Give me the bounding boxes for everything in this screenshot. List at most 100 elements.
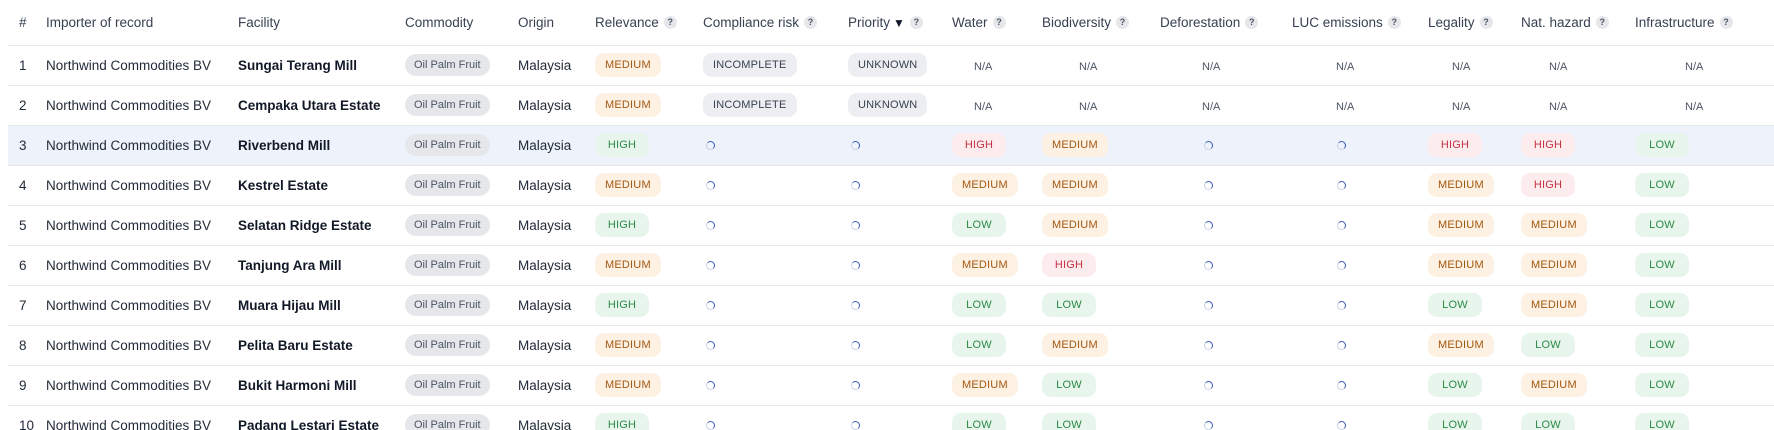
column-header-biodiversity[interactable]: Biodiversity? bbox=[1042, 0, 1160, 46]
cell-origin: Malaysia bbox=[518, 337, 572, 353]
commodity-chip: Oil Palm Fruit bbox=[405, 134, 490, 156]
column-header-origin[interactable]: Origin bbox=[518, 0, 595, 46]
help-circle-icon[interactable]: ? bbox=[1387, 16, 1401, 30]
cell-legality: MEDIUM bbox=[1428, 325, 1521, 365]
relevance-badge: MEDIUM bbox=[595, 333, 661, 357]
table-row[interactable]: 8 Northwind Commodities BV Pelita Baru Est… bbox=[8, 325, 1774, 365]
cell-facility[interactable]: Kestrel Estate bbox=[238, 165, 405, 205]
column-header-relevance[interactable]: Relevance? bbox=[595, 0, 703, 46]
loading-spinner-icon bbox=[1337, 341, 1346, 351]
cell-importer: Northwind Commodities BV bbox=[46, 57, 212, 73]
cell-water: LOW bbox=[952, 285, 1042, 325]
cell-biodiversity: MEDIUM bbox=[1042, 125, 1160, 165]
biodiversity-badge: LOW bbox=[1042, 293, 1096, 317]
cell-importer: Northwind Commodities BV bbox=[46, 137, 212, 153]
loading-spinner-icon bbox=[706, 421, 715, 430]
cell-commodity: Oil Palm Fruit bbox=[405, 205, 518, 245]
loading-spinner-icon bbox=[851, 301, 860, 311]
cell-facility[interactable]: Riverbend Mill bbox=[238, 125, 405, 165]
legality-badge: MEDIUM bbox=[1428, 333, 1494, 357]
help-circle-icon[interactable]: ? bbox=[663, 16, 677, 30]
help-circle-icon[interactable]: ? bbox=[909, 16, 923, 30]
cell-facility[interactable]: Pelita Baru Estate bbox=[238, 325, 405, 365]
help-circle-icon[interactable]: ? bbox=[1116, 16, 1130, 30]
table-row[interactable]: 1 Northwind Commodities BV Sungai Terang M… bbox=[8, 45, 1774, 85]
column-header-deforestation[interactable]: Deforestation? bbox=[1160, 0, 1292, 46]
not-available-text: N/A bbox=[1336, 100, 1355, 113]
cell-importer: Northwind Commodities BV bbox=[46, 297, 212, 313]
commodity-chip: Oil Palm Fruit bbox=[405, 294, 490, 316]
table-row[interactable]: 3 Northwind Commodities BV Riverbend Mill O… bbox=[8, 125, 1774, 165]
cell-origin: Malaysia bbox=[518, 97, 572, 113]
column-header-water[interactable]: Water? bbox=[952, 0, 1042, 46]
help-circle-icon[interactable]: ? bbox=[992, 16, 1006, 30]
column-header-luc-emissions[interactable]: LUC emissions? bbox=[1292, 0, 1428, 46]
table-row[interactable]: 2 Northwind Commodities BV Cempaka Utara E… bbox=[8, 85, 1774, 125]
cell-facility[interactable]: Muara Hijau Mill bbox=[238, 285, 405, 325]
column-header-number[interactable]: # bbox=[8, 0, 46, 46]
cell-water: LOW bbox=[952, 325, 1042, 365]
cell-row-number: 3 bbox=[19, 137, 27, 153]
cell-compliance-risk bbox=[703, 405, 848, 430]
help-circle-icon[interactable]: ? bbox=[1595, 16, 1609, 30]
cell-infrastructure: N/A bbox=[1635, 85, 1774, 125]
cell-luc-emissions: N/A bbox=[1292, 45, 1428, 85]
cell-relevance: MEDIUM bbox=[595, 325, 703, 365]
biodiversity-badge: MEDIUM bbox=[1042, 133, 1108, 157]
table-row[interactable]: 10 Northwind Commodities BV Padang Lestari… bbox=[8, 405, 1774, 430]
cell-relevance: MEDIUM bbox=[595, 245, 703, 285]
nat-hazard-badge: LOW bbox=[1521, 413, 1575, 430]
table-row[interactable]: 6 Northwind Commodities BV Tanjung Ara Mil… bbox=[8, 245, 1774, 285]
help-circle-icon[interactable]: ? bbox=[1719, 16, 1733, 30]
cell-legality: LOW bbox=[1428, 405, 1521, 430]
cell-facility[interactable]: Tanjung Ara Mill bbox=[238, 245, 405, 285]
cell-facility[interactable]: Bukit Harmoni Mill bbox=[238, 365, 405, 405]
legality-badge: LOW bbox=[1428, 373, 1482, 397]
cell-luc-emissions bbox=[1292, 245, 1428, 285]
compliance-risk-badge: INCOMPLETE bbox=[703, 93, 797, 117]
column-header-facility[interactable]: Facility bbox=[238, 0, 405, 46]
loading-spinner-icon bbox=[1204, 341, 1213, 351]
column-header-nat-hazard[interactable]: Nat. hazard? bbox=[1521, 0, 1635, 46]
table-body: 1 Northwind Commodities BV Sungai Terang M… bbox=[8, 45, 1774, 430]
cell-luc-emissions bbox=[1292, 165, 1428, 205]
cell-compliance-risk bbox=[703, 165, 848, 205]
legality-badge: LOW bbox=[1428, 293, 1482, 317]
relevance-badge: MEDIUM bbox=[595, 253, 661, 277]
cell-facility[interactable]: Cempaka Utara Estate bbox=[238, 85, 405, 125]
column-header-priority[interactable]: Priority ▼? bbox=[848, 0, 952, 46]
cell-deforestation bbox=[1160, 165, 1292, 205]
cell-deforestation bbox=[1160, 245, 1292, 285]
cell-importer: Northwind Commodities BV bbox=[46, 337, 212, 353]
cell-facility[interactable]: Padang Lestari Estate bbox=[238, 405, 405, 430]
help-circle-icon[interactable]: ? bbox=[804, 16, 818, 30]
column-header-infrastructure[interactable]: Infrastructure? bbox=[1635, 0, 1774, 46]
help-circle-icon[interactable]: ? bbox=[1245, 16, 1259, 30]
help-circle-icon[interactable]: ? bbox=[1479, 16, 1493, 30]
table-header-row: # Importer of record Facility Commodity … bbox=[8, 0, 1774, 46]
water-badge: HIGH bbox=[952, 133, 1006, 157]
cell-importer: Northwind Commodities BV bbox=[46, 417, 212, 430]
cell-legality: MEDIUM bbox=[1428, 205, 1521, 245]
cell-priority bbox=[848, 165, 952, 205]
table-row[interactable]: 7 Northwind Commodities BV Muara Hijau Mil… bbox=[8, 285, 1774, 325]
cell-facility[interactable]: Sungai Terang Mill bbox=[238, 45, 405, 85]
cell-origin: Malaysia bbox=[518, 57, 572, 73]
cell-facility[interactable]: Selatan Ridge Estate bbox=[238, 205, 405, 245]
cell-priority bbox=[848, 245, 952, 285]
table-row[interactable]: 4 Northwind Commodities BV Kestrel Estate O… bbox=[8, 165, 1774, 205]
not-available-text: N/A bbox=[1336, 60, 1355, 73]
cell-relevance: HIGH bbox=[595, 405, 703, 430]
table-row[interactable]: 5 Northwind Commodities BV Selatan Ridge E… bbox=[8, 205, 1774, 245]
infrastructure-badge: LOW bbox=[1635, 253, 1689, 277]
column-header-legality[interactable]: Legality? bbox=[1428, 0, 1521, 46]
table-row[interactable]: 9 Northwind Commodities BV Bukit Harmoni M… bbox=[8, 365, 1774, 405]
cell-priority: UNKNOWN bbox=[848, 85, 952, 125]
column-header-commodity[interactable]: Commodity bbox=[405, 0, 518, 46]
biodiversity-badge: MEDIUM bbox=[1042, 213, 1108, 237]
column-header-compliance-risk[interactable]: Compliance risk? bbox=[703, 0, 848, 46]
loading-spinner-icon bbox=[706, 381, 715, 391]
column-header-importer[interactable]: Importer of record bbox=[46, 0, 238, 46]
sort-desc-icon[interactable]: ▼ bbox=[893, 16, 905, 30]
cell-row-number: 9 bbox=[19, 377, 27, 393]
